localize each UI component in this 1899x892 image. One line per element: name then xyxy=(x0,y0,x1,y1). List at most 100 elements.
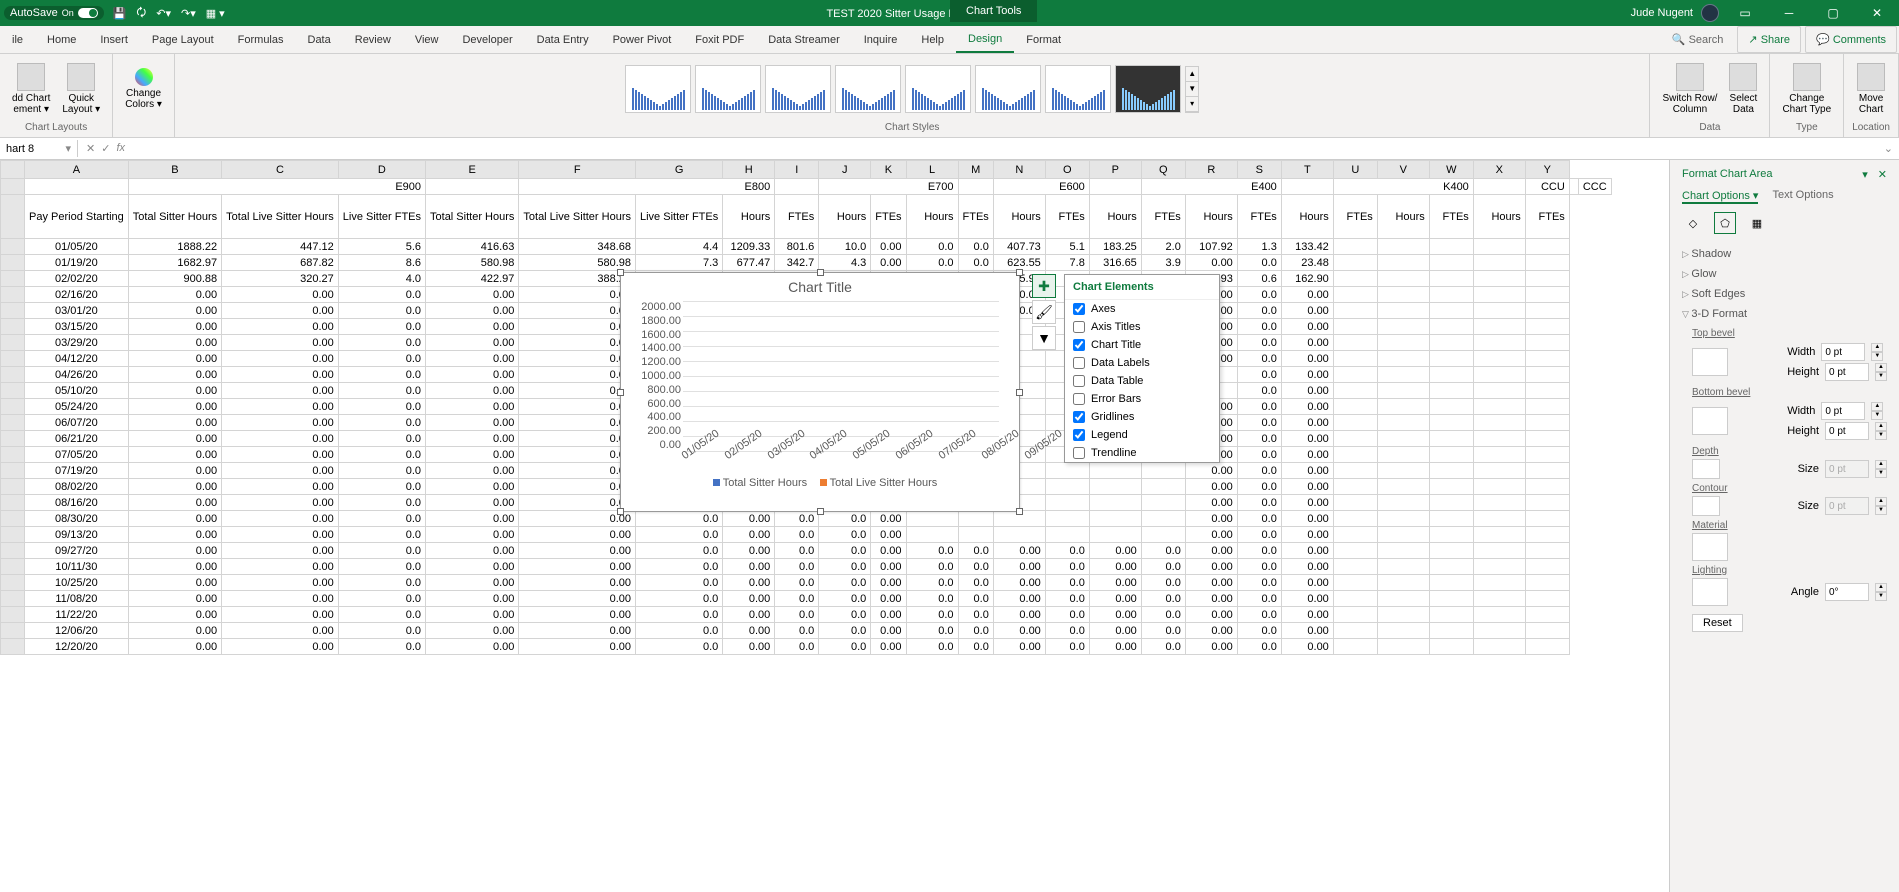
cell[interactable]: 0.00 xyxy=(1089,559,1141,575)
cell[interactable]: 04/26/20 xyxy=(25,367,129,383)
cell[interactable]: 0.0 xyxy=(1237,479,1281,495)
cell[interactable] xyxy=(1429,383,1473,399)
cell[interactable] xyxy=(1045,463,1089,479)
cell[interactable]: 0.0 xyxy=(1045,639,1089,655)
user-avatar-icon[interactable] xyxy=(1701,4,1719,22)
cell[interactable] xyxy=(1429,319,1473,335)
cell[interactable]: 0.0 xyxy=(1237,287,1281,303)
cell[interactable]: 0.00 xyxy=(1281,303,1333,319)
cell[interactable]: 3.9 xyxy=(1141,255,1185,271)
cell[interactable] xyxy=(1525,479,1569,495)
spreadsheet-grid[interactable]: ABCDEFGHIJKLMNOPQRSTUVWXYE900E800E700E60… xyxy=(0,160,1669,892)
col-header[interactable]: O xyxy=(1045,161,1089,179)
cell[interactable]: 0.0 xyxy=(338,495,425,511)
cell[interactable]: 0.00 xyxy=(1089,543,1141,559)
cell[interactable]: 4.3 xyxy=(819,255,871,271)
cell[interactable]: 0.00 xyxy=(426,527,519,543)
cell[interactable] xyxy=(1333,271,1377,287)
row-header[interactable] xyxy=(1,559,25,575)
cell[interactable]: 01/05/20 xyxy=(25,239,129,255)
cell[interactable] xyxy=(1333,607,1377,623)
cell[interactable] xyxy=(1377,527,1429,543)
cell[interactable]: 0.00 xyxy=(426,287,519,303)
column-header-cell[interactable]: FTEs xyxy=(775,195,819,239)
row-header[interactable] xyxy=(1,319,25,335)
cell[interactable]: 0.00 xyxy=(222,303,339,319)
cell[interactable] xyxy=(906,511,958,527)
cell[interactable]: 4.0 xyxy=(338,271,425,287)
maximize-icon[interactable]: ▢ xyxy=(1815,6,1851,20)
row-header[interactable] xyxy=(1,623,25,639)
chart-element-option[interactable]: Trendline xyxy=(1065,444,1219,462)
section-header[interactable]: E900 xyxy=(128,179,425,195)
cell[interactable]: 4.4 xyxy=(636,239,723,255)
cell[interactable]: 0.00 xyxy=(426,479,519,495)
cell[interactable]: 162.90 xyxy=(1281,271,1333,287)
row-header[interactable] xyxy=(1,591,25,607)
cell[interactable] xyxy=(1089,479,1141,495)
bottom-bevel-picker[interactable] xyxy=(1692,407,1728,435)
cell[interactable]: 0.00 xyxy=(519,415,636,431)
cell[interactable] xyxy=(1473,607,1525,623)
row-header[interactable] xyxy=(1,255,25,271)
cell[interactable] xyxy=(1377,607,1429,623)
cell[interactable]: 133.42 xyxy=(1281,239,1333,255)
cell[interactable]: 0.00 xyxy=(222,335,339,351)
close-icon[interactable]: ✕ xyxy=(1859,6,1895,20)
cell[interactable] xyxy=(1473,623,1525,639)
cell[interactable]: 0.00 xyxy=(993,607,1045,623)
lighting-picker[interactable] xyxy=(1692,578,1728,606)
cell[interactable]: 5.1 xyxy=(1045,239,1089,255)
cell[interactable] xyxy=(1429,367,1473,383)
cell[interactable]: 348.68 xyxy=(519,239,636,255)
column-header-cell[interactable]: Hours xyxy=(1473,195,1525,239)
cell[interactable]: 0.00 xyxy=(1281,559,1333,575)
cell[interactable]: 02/16/20 xyxy=(25,287,129,303)
cell[interactable] xyxy=(1473,271,1525,287)
cell[interactable]: 10/11/30 xyxy=(25,559,129,575)
row-header[interactable] xyxy=(1,639,25,655)
cell[interactable]: 0.00 xyxy=(1281,463,1333,479)
section-header[interactable]: E600 xyxy=(993,179,1089,195)
tab-developer[interactable]: Developer xyxy=(450,28,524,52)
cell[interactable]: 07/19/20 xyxy=(25,463,129,479)
tab-foxit-pdf[interactable]: Foxit PDF xyxy=(683,28,756,52)
cell[interactable]: 0.0 xyxy=(636,543,723,559)
cell[interactable] xyxy=(1525,607,1569,623)
cell[interactable]: 0.0 xyxy=(906,623,958,639)
cell[interactable] xyxy=(1377,495,1429,511)
cell[interactable]: 0.0 xyxy=(338,303,425,319)
cell[interactable]: 0.00 xyxy=(1185,479,1237,495)
row-header[interactable] xyxy=(1,287,25,303)
cell[interactable]: 0.0 xyxy=(1237,575,1281,591)
cell[interactable] xyxy=(1333,335,1377,351)
col-header[interactable]: N xyxy=(993,161,1045,179)
top-bevel-height-input[interactable] xyxy=(1825,363,1869,381)
chart-element-checkbox[interactable] xyxy=(1073,375,1085,387)
cell[interactable]: 0.0 xyxy=(338,479,425,495)
cell[interactable] xyxy=(1473,431,1525,447)
comments-button[interactable]: 💬 Comments xyxy=(1805,26,1897,53)
cell[interactable]: 0.0 xyxy=(1237,351,1281,367)
cell[interactable]: 0.0 xyxy=(775,575,819,591)
col-header[interactable]: Q xyxy=(1141,161,1185,179)
cell[interactable] xyxy=(1525,239,1569,255)
cell[interactable]: 0.00 xyxy=(723,607,775,623)
cell[interactable]: 0.00 xyxy=(993,639,1045,655)
tab-design[interactable]: Design xyxy=(956,27,1014,53)
cell[interactable] xyxy=(1045,527,1089,543)
cell[interactable] xyxy=(1525,351,1569,367)
cell[interactable]: 0.00 xyxy=(426,559,519,575)
cell[interactable]: 0.0 xyxy=(1237,543,1281,559)
chart-element-checkbox[interactable] xyxy=(1073,339,1085,351)
cell[interactable] xyxy=(1525,575,1569,591)
cell[interactable]: 12/20/20 xyxy=(25,639,129,655)
cell[interactable]: 0.00 xyxy=(222,559,339,575)
chart-element-option[interactable]: Data Table xyxy=(1065,372,1219,390)
enter-fx-icon[interactable]: ✓ xyxy=(101,142,110,155)
cell[interactable]: 0.00 xyxy=(426,463,519,479)
row-header[interactable] xyxy=(1,399,25,415)
cell[interactable] xyxy=(1473,495,1525,511)
column-header-cell[interactable]: FTEs xyxy=(1045,195,1089,239)
cell[interactable]: 0.00 xyxy=(128,399,221,415)
